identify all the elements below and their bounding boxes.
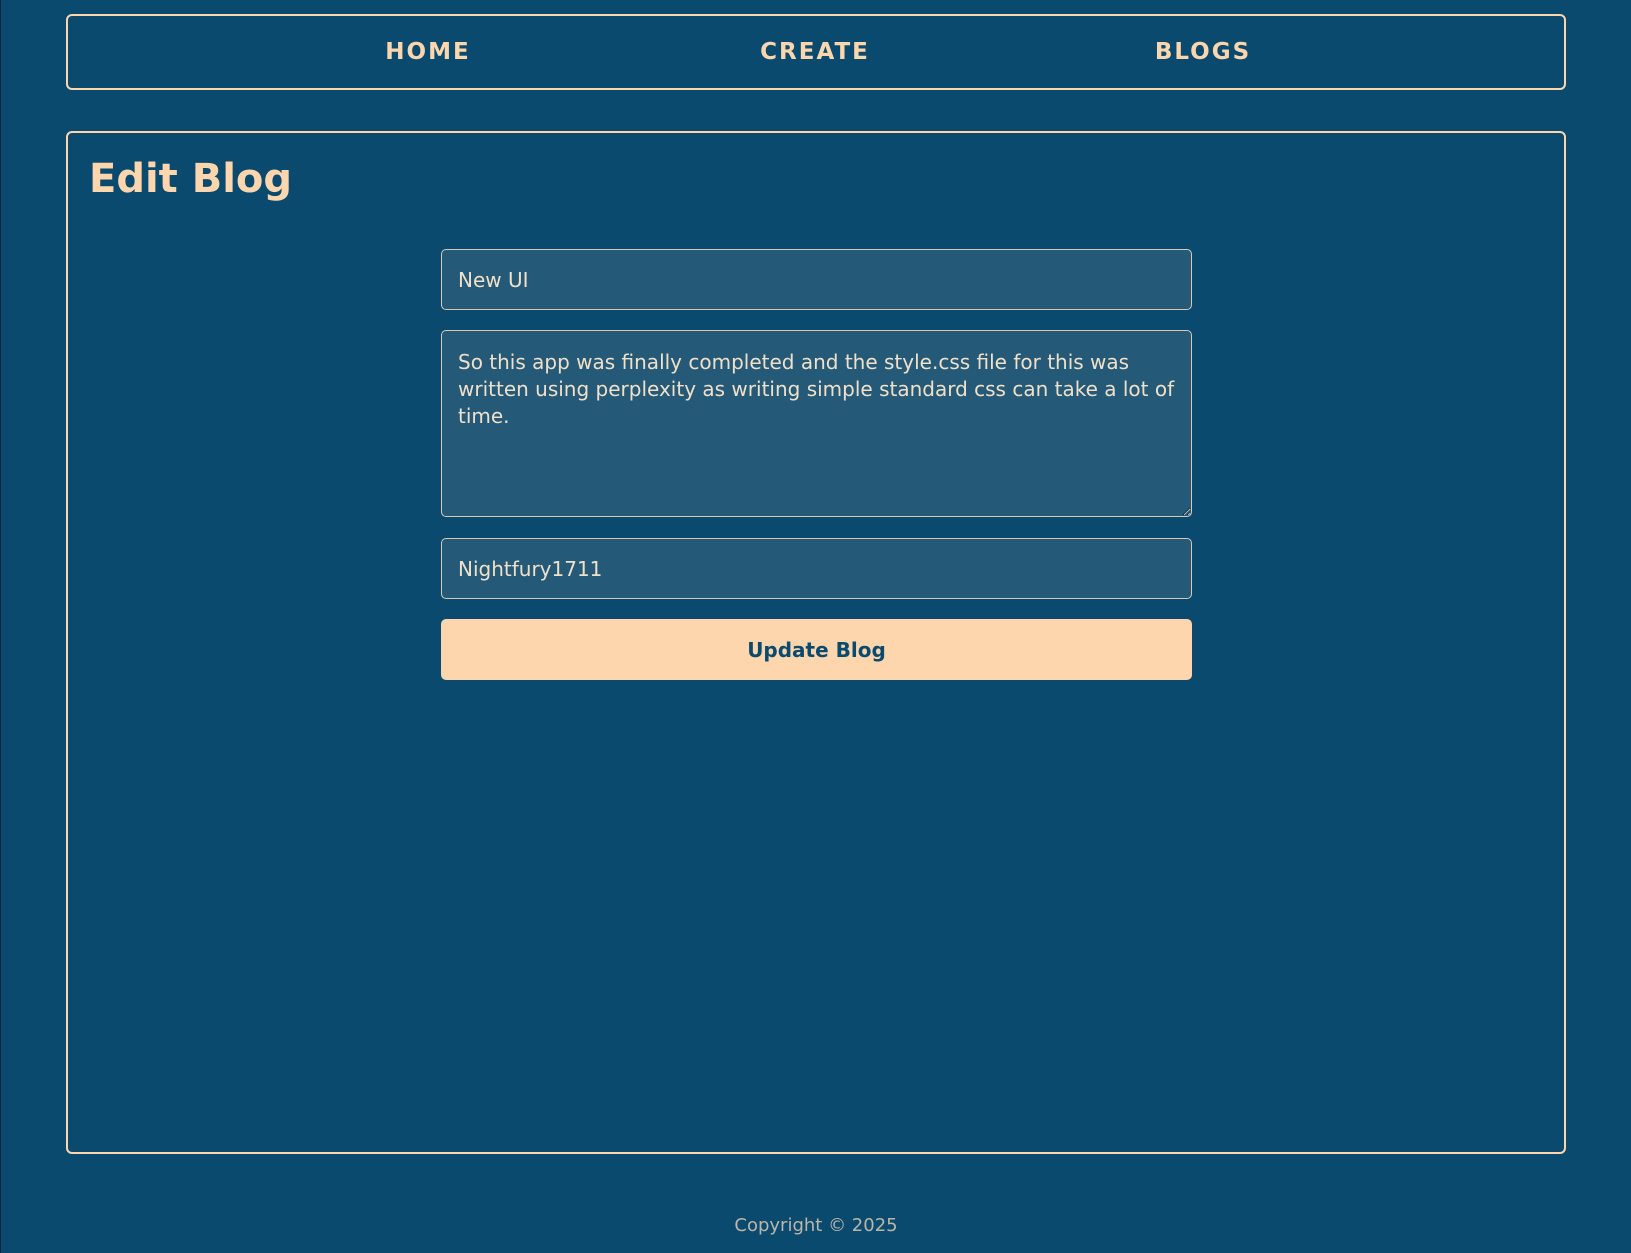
update-blog-button[interactable]: Update Blog bbox=[441, 619, 1192, 680]
page-title: Edit Blog bbox=[89, 156, 293, 202]
footer-copyright: Copyright © 2025 bbox=[734, 1215, 898, 1236]
nav-link-blogs[interactable]: BLOGS bbox=[1155, 16, 1251, 88]
blog-body-textarea[interactable]: So this app was finally completed and th… bbox=[441, 330, 1192, 517]
navbar: HOME CREATE BLOGS bbox=[66, 14, 1566, 90]
nav-link-create[interactable]: CREATE bbox=[760, 16, 870, 88]
blog-title-input[interactable] bbox=[441, 249, 1192, 310]
edit-blog-card: Edit Blog So this app was finally comple… bbox=[66, 131, 1566, 1154]
blog-author-input[interactable] bbox=[441, 538, 1192, 599]
nav-link-home[interactable]: HOME bbox=[385, 16, 470, 88]
